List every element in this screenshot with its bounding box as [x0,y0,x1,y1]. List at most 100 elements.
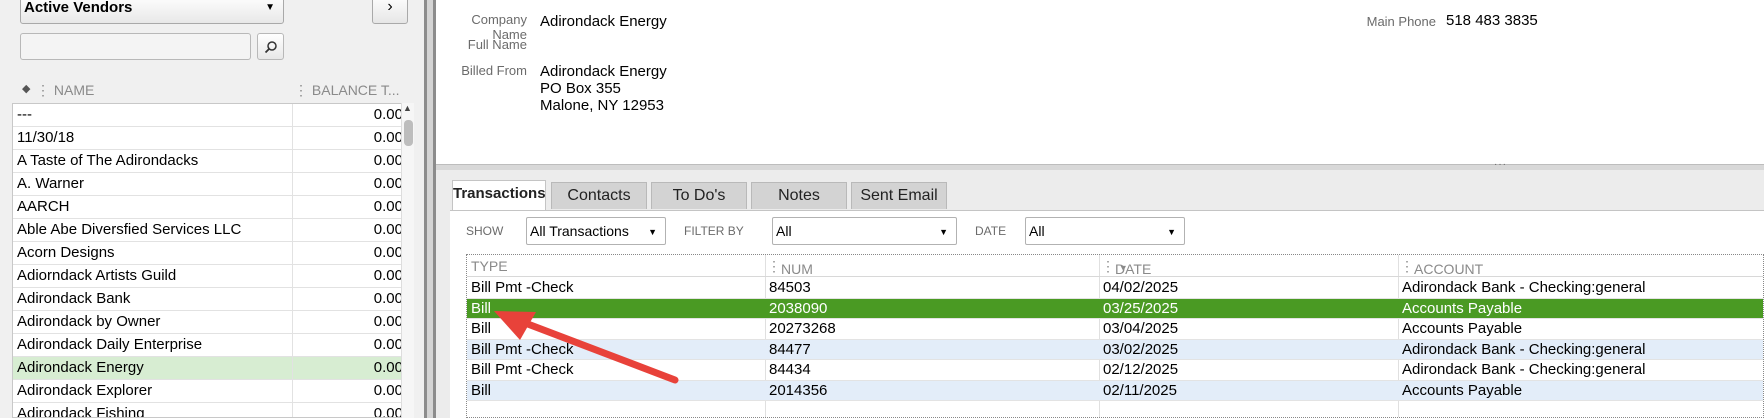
vendor-row[interactable]: --- 0.00 [13,104,409,127]
cell-date: 02/11/2025 [1103,381,1177,399]
vendor-row[interactable]: Adirondack Energy 0.00 [13,357,409,380]
cell-account: Adirondack Bank - Checking:general [1402,361,1646,378]
scroll-up-icon[interactable]: ▲ [403,103,412,113]
vendor-search-input[interactable] [20,33,251,60]
billed-from-line-2: PO Box 355 [540,80,621,97]
vendor-balance: 0.00 [373,290,403,307]
vendor-balance: 0.00 [373,129,403,146]
column-type-header[interactable]: TYPE [471,258,508,274]
vendor-filter-dropdown[interactable]: Active Vendors ▼ [20,0,284,24]
column-name-header[interactable]: ⋮ NAME [36,82,94,99]
vendor-balance: 0.00 [373,175,403,192]
vendor-name: 11/30/18 [13,127,293,149]
vendor-name: Able Abe Diversfied Services LLC [13,219,293,241]
date-filter-label: DATE [975,224,1007,238]
cell-type: Bill Pmt -Check [471,340,574,358]
transaction-row[interactable]: Bill Pmt -Check 84434 02/12/2025 Adirondack… [467,360,1763,381]
billed-from-line-1: Adirondack Energy [540,63,667,80]
cell-date: 03/02/2025 [1103,340,1179,358]
cell-date: 04/02/2025 [1103,279,1179,296]
vendor-balance: 0.00 [373,221,403,238]
vendor-panel: Active Vendors ▼ › ◆ ⋮ NAME ⋮ BALANCE T.… [0,0,424,418]
vendor-row[interactable]: Adirondack Fishing 0.00 [13,403,409,417]
transaction-row[interactable]: Bill Pmt -Check 84477 03/02/2025 Adirondack… [467,339,1763,360]
vendor-row[interactable]: A Taste of The Adirondacks 0.00 [13,150,409,173]
vendor-balance: 0.00 [373,336,403,353]
cell-date: 03/04/2025 [1103,320,1179,337]
vendor-row[interactable]: Adirondack Daily Enterprise 0.00 [13,334,409,357]
cell-account: Accounts Payable [1402,299,1523,317]
vendor-balance: 0.00 [373,244,403,261]
vendor-row[interactable]: Acorn Designs 0.00 [13,242,409,265]
tab-to-dos[interactable]: To Do's [651,182,747,209]
next-button[interactable]: › [372,0,408,24]
vendor-balance: 0.00 [373,152,403,169]
date-filter-value: All [1029,223,1045,239]
transaction-row[interactable]: Bill 2014356 02/11/2025 Accounts Payable [467,380,1763,401]
vendor-balance: 0.00 [373,106,403,123]
show-filter-select[interactable]: All Transactions ▼ [526,217,666,245]
search-icon [264,40,277,53]
main-phone-value: 518 483 3835 [1446,12,1538,29]
chevron-down-icon: ▼ [265,2,275,13]
transactions-grid: TYPE ⋮ NUM ⋮ DATE ▼ ⋮ ACCOUNT Bill Pmt -Che… [466,254,1764,418]
transaction-row[interactable]: Bill 20273268 03/04/2025 Accounts Payable [467,319,1763,340]
cell-type: Bill Pmt -Check [471,279,574,296]
cell-account: Accounts Payable [1402,320,1523,337]
tab-transactions[interactable]: Transactions [452,180,546,210]
cell-num: 84503 [769,279,811,296]
scrollbar-thumb[interactable] [404,120,413,146]
vendor-name: Adiorndack Artists Guild [13,265,293,287]
vendor-balance: 0.00 [373,313,403,330]
vendor-row[interactable]: Able Abe Diversfied Services LLC 0.00 [13,219,409,242]
transaction-row[interactable]: Bill 2038090 03/25/2025 Accounts Payable [467,298,1763,319]
vendor-filter-label: Active Vendors [24,0,133,16]
vendor-row[interactable]: Adirondack by Owner 0.00 [13,311,409,334]
column-date-header[interactable]: ⋮ DATE ▼ [1101,258,1151,277]
vendor-row[interactable]: AARCH 0.00 [13,196,409,219]
vendor-balance: 0.00 [373,267,403,284]
sort-icon[interactable]: ◆ [22,82,30,95]
date-filter-select[interactable]: All ▼ [1025,217,1185,245]
show-filter-value: All Transactions [530,223,629,239]
chevron-right-icon: › [387,0,393,15]
chevron-down-icon: ▼ [648,227,657,237]
show-filter-label: SHOW [466,224,504,238]
vendor-name: Adirondack Energy [13,357,293,379]
vendor-row[interactable]: Adirondack Explorer 0.00 [13,380,409,403]
cell-account: Adirondack Bank - Checking:general [1402,340,1646,358]
vendor-balance: 0.00 [373,382,403,399]
vendor-list: --- 0.00 11/30/18 0.00 A Taste of The Adiron… [12,103,410,418]
grip-icon[interactable]: ··· [1494,159,1507,170]
vendor-list-header: ◆ ⋮ NAME ⋮ BALANCE T... [12,80,422,102]
vendor-list-scrollbar[interactable]: ▲ [401,103,414,418]
cell-type: Bill [471,299,492,317]
tab-contacts[interactable]: Contacts [551,182,647,209]
tab-notes[interactable]: Notes [751,182,847,209]
tab-sent-email[interactable]: Sent Email [851,182,947,209]
panel-divider[interactable] [424,0,436,418]
vendor-name: AARCH [13,196,293,218]
cell-date: 03/25/2025 [1103,299,1179,317]
column-balance-header[interactable]: ⋮ BALANCE T... [294,82,400,99]
vendor-info-panel: Company Name Adirondack Energy Full Name… [436,0,1764,166]
column-num-header[interactable]: ⋮ NUM [767,258,813,277]
full-name-label: Full Name [467,37,527,52]
transaction-row[interactable]: Bill Pmt -Check 84503 04/02/2025 Adirondack… [467,278,1763,299]
vendor-row[interactable]: Adiorndack Artists Guild 0.00 [13,265,409,288]
vendor-name: A Taste of The Adirondacks [13,150,293,172]
cell-account: Accounts Payable [1402,381,1523,399]
vendor-name: Adirondack Fishing [13,403,293,417]
vendor-balance: 0.00 [373,198,403,215]
column-account-header[interactable]: ⋮ ACCOUNT [1400,258,1483,277]
vendor-name: --- [13,104,293,126]
search-button[interactable] [257,33,284,60]
billed-from-label: Billed From [461,63,527,78]
cell-num: 84434 [769,361,811,378]
vendor-row[interactable]: A. Warner 0.00 [13,173,409,196]
vendor-name: Acorn Designs [13,242,293,264]
chevron-down-icon: ▼ [939,227,948,237]
filter-by-select[interactable]: All ▼ [772,217,957,245]
vendor-row[interactable]: 11/30/18 0.00 [13,127,409,150]
vendor-row[interactable]: Adirondack Bank 0.00 [13,288,409,311]
